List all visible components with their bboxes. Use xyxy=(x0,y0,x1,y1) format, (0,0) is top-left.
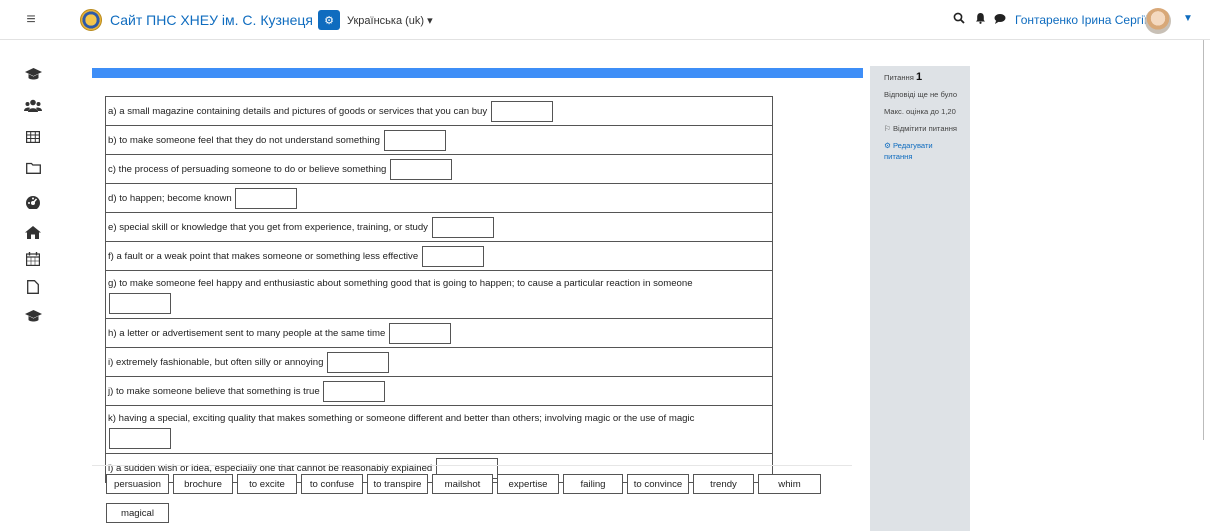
choice-to-excite[interactable]: to excite xyxy=(237,474,297,494)
question-row: b) to make someone feel that they do not… xyxy=(106,126,772,155)
answer-drop-zone[interactable] xyxy=(388,323,451,344)
edit-question-link[interactable]: ⚙ Редагувати питання xyxy=(884,140,962,162)
choice-persuasion[interactable]: persuasion xyxy=(106,474,169,494)
answer-drop-zone[interactable] xyxy=(109,428,171,449)
question-text: d) to happen; become known xyxy=(108,193,232,205)
question-row: c) the process of persuading someone to … xyxy=(106,155,772,184)
language-menu[interactable]: Українська (uk) ▾ xyxy=(347,14,433,27)
choice-expertise[interactable]: expertise xyxy=(497,474,559,494)
choice-brochure[interactable]: brochure xyxy=(173,474,233,494)
choice-to-transpire[interactable]: to transpire xyxy=(367,474,428,494)
choice-trendy[interactable]: trendy xyxy=(693,474,754,494)
question-text: k) having a special, exciting quality th… xyxy=(108,413,695,424)
question-row: d) to happen; become known xyxy=(106,184,772,213)
answer-drop-zone[interactable] xyxy=(490,101,553,122)
question-text: g) to make someone feel happy and enthus… xyxy=(108,278,693,289)
home-icon[interactable] xyxy=(24,223,42,241)
question-text: j) to make someone believe that somethin… xyxy=(108,386,320,398)
calendar-icon[interactable] xyxy=(24,250,42,268)
site-logo[interactable] xyxy=(80,9,102,31)
question-row: j) to make someone believe that somethin… xyxy=(106,377,772,406)
sidebar xyxy=(0,40,62,531)
question-info-panel: Питання 1 Відповіді ще не було Макс. оці… xyxy=(870,66,970,531)
chat-icon[interactable] xyxy=(994,12,1006,27)
questions-table: a) a small magazine containing details a… xyxy=(105,96,773,483)
question-text: e) special skill or knowledge that you g… xyxy=(108,222,428,234)
graduation-cap-icon[interactable] xyxy=(24,65,42,83)
avatar[interactable] xyxy=(1145,8,1171,34)
question-text: i) extremely fashionable, but often sill… xyxy=(108,357,324,369)
question-text: b) to make someone feel that they do not… xyxy=(108,135,380,147)
site-title[interactable]: Сайт ПНС ХНЕУ ім. С. Кузнеця xyxy=(110,12,313,28)
flag-icon: ⚐ xyxy=(884,124,891,133)
users-icon[interactable] xyxy=(24,96,42,114)
graduation-cap-icon[interactable] xyxy=(24,307,42,325)
bell-icon[interactable] xyxy=(975,12,986,27)
question-text: h) a letter or advertisement sent to man… xyxy=(108,328,386,340)
answer-drop-zone[interactable] xyxy=(323,381,386,402)
choice-to-confuse[interactable]: to confuse xyxy=(301,474,363,494)
file-icon[interactable] xyxy=(24,278,42,296)
answer-drop-zone[interactable] xyxy=(235,188,298,209)
answer-drop-zone[interactable] xyxy=(390,159,453,180)
answer-drop-zone[interactable] xyxy=(327,352,390,373)
question-row: a) a small magazine containing details a… xyxy=(106,97,772,126)
search-icon[interactable] xyxy=(953,12,965,27)
max-score: Макс. оцінка до 1,20 xyxy=(884,107,956,116)
question-text: f) a fault or a weak point that makes so… xyxy=(108,251,419,263)
answer-drop-zone[interactable] xyxy=(109,293,171,314)
choice-mailshot[interactable]: mailshot xyxy=(432,474,493,494)
question-row: i) extremely fashionable, but often sill… xyxy=(106,348,772,377)
question-row: k) having a special, exciting quality th… xyxy=(106,406,772,454)
top-navbar: ≡ Сайт ПНС ХНЕУ ім. С. Кузнеця ⚙ Українс… xyxy=(0,0,1210,40)
question-number: Питання 1 xyxy=(884,71,923,83)
hamburger-icon[interactable]: ≡ xyxy=(0,0,62,40)
choice-to-convince[interactable]: to convince xyxy=(627,474,689,494)
question-header-bar xyxy=(92,68,863,78)
question-row: g) to make someone feel happy and enthus… xyxy=(106,271,772,319)
language-icon[interactable]: ⚙ xyxy=(318,10,340,30)
answer-drop-zone[interactable] xyxy=(421,246,484,267)
question-row: e) special skill or knowledge that you g… xyxy=(106,213,772,242)
choice-magical[interactable]: magical xyxy=(106,503,169,523)
question-text: c) the process of persuading someone to … xyxy=(108,164,387,176)
scrollbar[interactable] xyxy=(1203,40,1204,440)
dashboard-icon[interactable] xyxy=(24,193,42,211)
question-text: a) a small magazine containing details a… xyxy=(108,106,488,118)
grid-icon[interactable] xyxy=(24,128,42,146)
flag-question-link[interactable]: ⚐ Відмітити питання xyxy=(884,123,962,134)
choice-whim[interactable]: whim xyxy=(758,474,821,494)
folder-icon[interactable] xyxy=(24,159,42,177)
question-row: f) a fault or a weak point that makes so… xyxy=(106,242,772,271)
answer-choices-area xyxy=(92,465,852,466)
answer-drop-zone[interactable] xyxy=(383,130,446,151)
answer-status: Відповіді ще не було xyxy=(884,90,958,99)
choice-failing[interactable]: failing xyxy=(563,474,623,494)
question-row: h) a letter or advertisement sent to man… xyxy=(106,319,772,348)
chevron-down-icon[interactable]: ▼ xyxy=(1183,13,1193,24)
gear-icon: ⚙ xyxy=(884,141,891,150)
answer-drop-zone[interactable] xyxy=(431,217,494,238)
